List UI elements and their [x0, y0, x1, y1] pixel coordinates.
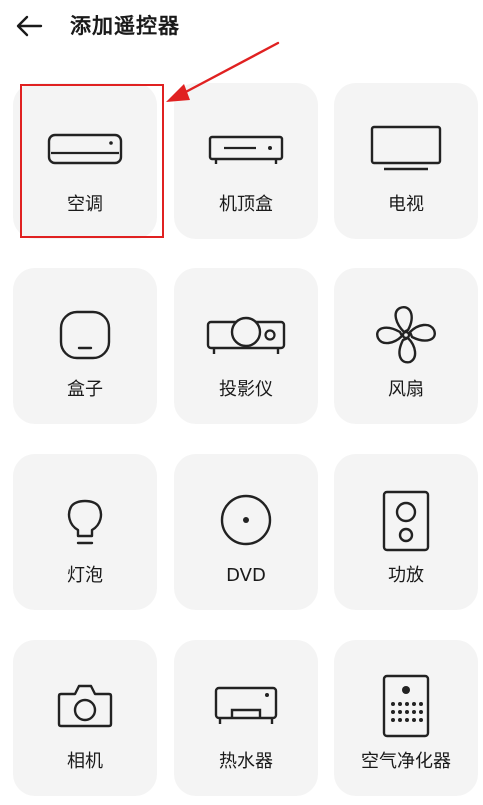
- device-tile-box[interactable]: 盒子: [13, 268, 157, 424]
- device-label: 空调: [67, 194, 103, 215]
- air-conditioner-icon: [45, 117, 125, 181]
- device-label: DVD: [226, 565, 266, 586]
- set-top-box-icon: [206, 117, 286, 181]
- device-label: 风扇: [388, 379, 424, 400]
- device-grid: 空调 机顶盒 电视 盒子 投影仪 风扇 灯泡 DVD 功放 相机 热水器 空气净…: [0, 0, 483, 805]
- device-label: 盒子: [67, 379, 103, 400]
- device-label: 电视: [388, 194, 424, 215]
- device-label: 空气净化器: [361, 751, 451, 772]
- projector-icon: [206, 302, 286, 366]
- device-label: 功放: [388, 565, 424, 586]
- camera-icon: [45, 674, 125, 738]
- device-tile-fan[interactable]: 风扇: [334, 268, 478, 424]
- dvd-icon: [206, 488, 286, 552]
- speaker-icon: [366, 488, 446, 552]
- device-label: 灯泡: [67, 565, 103, 586]
- device-tile-air-purifier[interactable]: 空气净化器: [334, 640, 478, 796]
- device-tile-light-bulb[interactable]: 灯泡: [13, 454, 157, 610]
- device-tile-camera[interactable]: 相机: [13, 640, 157, 796]
- box-icon: [45, 302, 125, 366]
- water-heater-icon: [206, 674, 286, 738]
- device-tile-set-top-box[interactable]: 机顶盒: [174, 83, 318, 239]
- device-tile-amplifier[interactable]: 功放: [334, 454, 478, 610]
- device-tile-projector[interactable]: 投影仪: [174, 268, 318, 424]
- device-tile-tv[interactable]: 电视: [334, 83, 478, 239]
- device-tile-water-heater[interactable]: 热水器: [174, 640, 318, 796]
- air-purifier-icon: [366, 674, 446, 738]
- fan-icon: [366, 302, 446, 366]
- light-bulb-icon: [45, 488, 125, 552]
- device-label: 热水器: [219, 751, 273, 772]
- device-label: 投影仪: [219, 379, 273, 400]
- device-tile-dvd[interactable]: DVD: [174, 454, 318, 610]
- tv-icon: [366, 117, 446, 181]
- device-label: 相机: [67, 751, 103, 772]
- device-label: 机顶盒: [219, 194, 273, 215]
- device-tile-air-conditioner[interactable]: 空调: [13, 83, 157, 239]
